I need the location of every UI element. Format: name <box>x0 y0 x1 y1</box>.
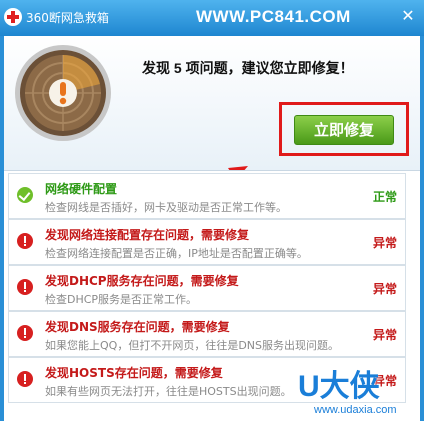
app-logo-icon <box>4 8 22 26</box>
result-row-connection: 发现网络连接配置存在问题，需要修复 检查网络连接配置是否正确，IP地址是否配置正… <box>8 219 406 265</box>
error-icon <box>17 325 33 341</box>
warning-exclamation-icon <box>15 45 111 141</box>
error-icon <box>17 279 33 295</box>
brand-logo-text: U大侠 <box>298 370 380 403</box>
result-description: 如果您能上QQ，但打不开网页，往往是DNS服务出现问题。 <box>45 339 339 352</box>
result-title: 发现网络连接配置存在问题，需要修复 <box>45 228 250 242</box>
result-title: 网络硬件配置 <box>45 182 118 196</box>
result-row-dns: 发现DNS服务存在问题，需要修复 如果您能上QQ，但打不开网页，往往是DNS服务… <box>8 311 406 357</box>
error-icon <box>17 371 33 387</box>
status-badge: 异常 <box>372 236 397 250</box>
result-title: 发现DHCP服务存在问题，需要修复 <box>45 274 239 288</box>
fix-now-button[interactable]: 立即修复 <box>294 115 394 145</box>
result-row-hardware: 网络硬件配置 检查网线是否插好，网卡及驱动是否正常工作等。 正常 <box>8 173 406 219</box>
status-badge: 异常 <box>372 282 397 296</box>
title-bar: 360断网急救箱 WWW.PC841.COM ✕ <box>0 0 424 36</box>
diagnosis-header: 发现 5 项问题，建议您立即修复！ 立即修复 <box>4 36 420 216</box>
window-title: 360断网急救箱 <box>26 11 109 25</box>
result-description: 检查网线是否插好，网卡及驱动是否正常工作等。 <box>45 201 287 214</box>
site-watermark: WWW.PC841.COM <box>196 7 351 26</box>
close-button[interactable]: ✕ <box>398 6 418 26</box>
error-icon <box>17 233 33 249</box>
status-badge: 异常 <box>372 328 397 342</box>
check-ok-icon <box>17 187 33 203</box>
fix-button-highlight: 立即修复 <box>279 102 409 156</box>
brand-watermark: U大侠 www.udaxia.com <box>298 370 424 420</box>
brand-url: www.udaxia.com <box>314 404 397 416</box>
result-row-dhcp: 发现DHCP服务存在问题，需要修复 检查DHCP服务是否正常工作。 异常 <box>8 265 406 311</box>
result-description: 如果有些网页无法打开，往往是HOSTS出现问题。 <box>45 385 292 398</box>
result-description: 检查网络连接配置是否正确，IP地址是否配置正确等。 <box>45 247 308 260</box>
result-title: 发现HOSTS存在问题，需要修复 <box>45 366 223 380</box>
result-description: 检查DHCP服务是否正常工作。 <box>45 293 198 306</box>
problem-summary: 发现 5 项问题，建议您立即修复！ <box>142 60 354 76</box>
result-title: 发现DNS服务存在问题，需要修复 <box>45 320 230 334</box>
status-badge: 正常 <box>372 190 397 204</box>
